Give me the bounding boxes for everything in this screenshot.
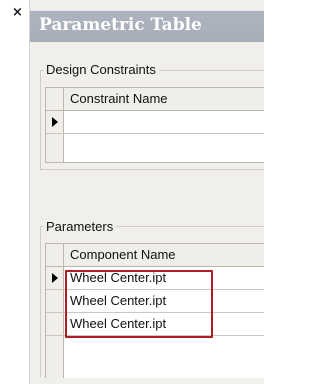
parameters-label: Parameters [43,219,117,234]
row-selector-column [46,336,64,378]
design-constraints-grid: Constraint Name [45,87,264,163]
current-row-arrow-icon [52,273,58,283]
row-selector[interactable] [46,111,64,133]
close-icon[interactable]: × [12,6,23,19]
callout-highlight-box [65,270,213,338]
design-constraints-group: Design Constraints Constraint Name [40,62,264,170]
panel-title: Parametric Table [39,15,202,35]
row-selector[interactable] [46,267,64,289]
current-row-arrow-icon [52,117,58,127]
grid-header: Constraint Name [46,88,264,111]
panel-title-bar[interactable]: Parametric Table [30,10,264,42]
side-strip: × [0,0,30,384]
header-corner-cell[interactable] [46,244,64,266]
row-selector-column [46,134,64,162]
design-constraints-label: Design Constraints [43,62,159,77]
row-selector[interactable] [46,290,64,312]
app-window: × Parametric Table Design Constraints Co… [0,0,264,384]
column-header-constraint-name[interactable]: Constraint Name [70,91,168,106]
header-corner-cell[interactable] [46,88,64,110]
constraint-row[interactable] [46,111,264,134]
row-selector[interactable] [46,313,64,335]
column-header-component-name[interactable]: Component Name [70,247,176,262]
grid-header: Component Name [46,244,264,267]
